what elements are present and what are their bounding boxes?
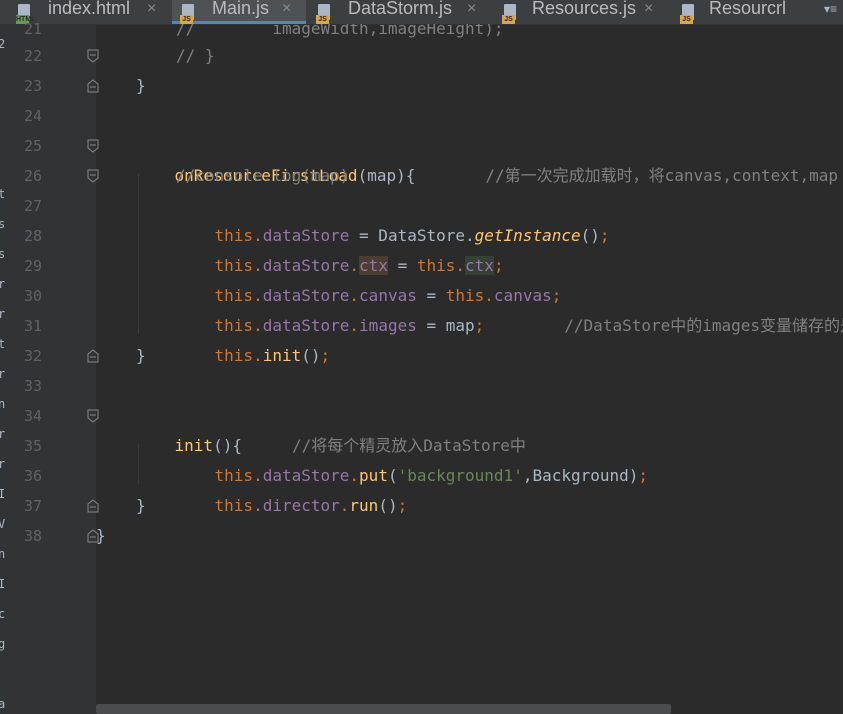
js-file-icon: JS — [316, 4, 336, 24]
line-number: 28 — [23, 227, 42, 245]
code-line-34: init(){//将每个精灵放入DataStore中 — [136, 401, 526, 455]
code-editor[interactable]: // imageWidth,imageHeight); // } } onRes… — [96, 24, 843, 714]
code-line-27: this.dataStore = DataStore.getInstance()… — [176, 191, 610, 245]
tab-resources-js[interactable]: JS Resources.js × — [496, 0, 668, 24]
code-line-21: // imageWidth,imageHeight); — [176, 24, 504, 38]
left-panel-char: t — [0, 337, 6, 351]
tab-resourcrl[interactable]: JS Resourcrl — [674, 0, 814, 24]
code-line-30: this.dataStore.images = map;//DataStore中… — [176, 281, 843, 335]
code-line-26: //console.log(map) — [176, 166, 350, 185]
code-field: images — [359, 316, 417, 335]
tab-datastorm-js[interactable]: JS DataStorm.js × — [310, 0, 490, 24]
code-token: () — [301, 346, 321, 365]
code-line-28: this.dataStore.ctx = this.ctx; — [176, 221, 504, 275]
left-panel-char: r — [0, 307, 6, 321]
left-panel-char: r — [0, 367, 6, 381]
code-token: . — [339, 496, 350, 515]
tab-label: Resourcrl — [709, 0, 787, 18]
left-panel-char: r — [0, 277, 6, 291]
code-line-32: } — [136, 346, 146, 365]
code-token: () — [378, 496, 398, 515]
code-token: ; — [638, 466, 649, 485]
code-token: ,Background) — [522, 466, 639, 485]
line-number: 29 — [23, 257, 42, 275]
line-number: 22 — [23, 47, 42, 65]
close-icon[interactable]: × — [282, 0, 291, 19]
code-token: () — [580, 226, 600, 245]
line-number: 32 — [23, 347, 42, 365]
tab-label: Resources.js — [532, 0, 637, 18]
left-panel-char: g — [0, 637, 6, 651]
line-number: 34 — [23, 407, 42, 425]
line-number: 33 — [23, 377, 42, 395]
code-keyword: this — [214, 496, 254, 515]
code-keyword: this — [214, 346, 254, 365]
tab-label: index.html — [48, 0, 131, 18]
code-line-35: this.dataStore.put('background1',Backgro… — [176, 431, 649, 485]
code-token: ; — [397, 496, 408, 515]
tab-overflow-menu-icon[interactable]: ▾≡ — [824, 2, 837, 16]
line-number-gutter: 21 22 23 24 25 26 27 28 29 30 31 32 33 3… — [6, 20, 99, 714]
line-number: 36 — [23, 467, 42, 485]
code-line-36: this.director.run(); — [176, 461, 408, 515]
editor-tab-bar: HTML index.html × JS Main.js × JS DataSt… — [0, 0, 843, 25]
js-file-icon: JS — [680, 4, 700, 24]
code-line-22: // } — [176, 46, 215, 65]
code-line-29: this.dataStore.canvas = this.canvas; — [176, 251, 562, 305]
left-panel-char: a — [0, 697, 6, 711]
left-panel-char: I — [0, 487, 6, 501]
code-token: ; — [320, 346, 331, 365]
left-panel-char: t — [0, 187, 6, 201]
code-token: (map){ — [357, 166, 416, 185]
line-number: 26 — [23, 167, 42, 185]
code-token: ; — [599, 226, 610, 245]
close-icon[interactable]: × — [147, 0, 156, 19]
js-file-icon: JS — [502, 4, 522, 24]
line-number: 37 — [23, 497, 42, 515]
left-panel-char: I — [0, 577, 6, 591]
js-file-icon: JS — [180, 4, 200, 24]
left-panel-char: 2 — [0, 37, 6, 51]
tab-main-js[interactable]: JS Main.js × — [172, 0, 306, 24]
line-number: 31 — [23, 317, 42, 335]
code-token: . — [253, 496, 263, 515]
code-token: . — [253, 346, 263, 365]
left-panel-char: s — [0, 217, 6, 231]
line-number: 24 — [23, 107, 42, 125]
left-panel-char: V — [0, 517, 6, 531]
code-line-31: this.init(); — [176, 311, 331, 365]
line-number: 30 — [23, 287, 42, 305]
left-panel-char: n — [0, 547, 6, 561]
line-number: 35 — [23, 437, 42, 455]
line-number: 21 — [23, 20, 42, 38]
left-panel-char: r — [0, 457, 6, 471]
code-token: ; — [474, 316, 485, 335]
code-method: init — [262, 346, 302, 365]
line-number: 23 — [23, 77, 42, 95]
code-line-37: } — [136, 496, 146, 515]
code-method: run — [349, 496, 379, 515]
left-panel-char: r — [0, 427, 6, 441]
horizontal-scrollbar[interactable] — [96, 704, 671, 714]
code-token: . — [349, 316, 360, 335]
code-token: = map — [416, 316, 475, 335]
code-comment: //第一次完成加载时，将canvas,context,map — [485, 166, 839, 185]
tab-label: Main.js — [212, 0, 270, 18]
left-panel-char: c — [0, 607, 6, 621]
left-panel-char: s — [0, 247, 6, 261]
close-icon[interactable]: × — [467, 0, 476, 19]
code-comment: //DataStore中的images变量储存的是 — [564, 316, 843, 335]
code-line-25: onResourceFirstLoad(map){//第一次完成加载时，将can… — [136, 131, 839, 185]
line-number: 27 — [23, 197, 42, 215]
code-field: director — [262, 496, 340, 515]
left-panel-char: n — [0, 397, 6, 411]
code-line-23: } — [136, 76, 146, 95]
code-string: 'background1' — [397, 466, 523, 485]
line-number: 38 — [23, 527, 42, 545]
tab-label: DataStorm.js — [348, 0, 453, 18]
code-line-38: } — [96, 526, 106, 545]
line-number: 25 — [23, 137, 42, 155]
close-icon[interactable]: × — [644, 0, 653, 19]
